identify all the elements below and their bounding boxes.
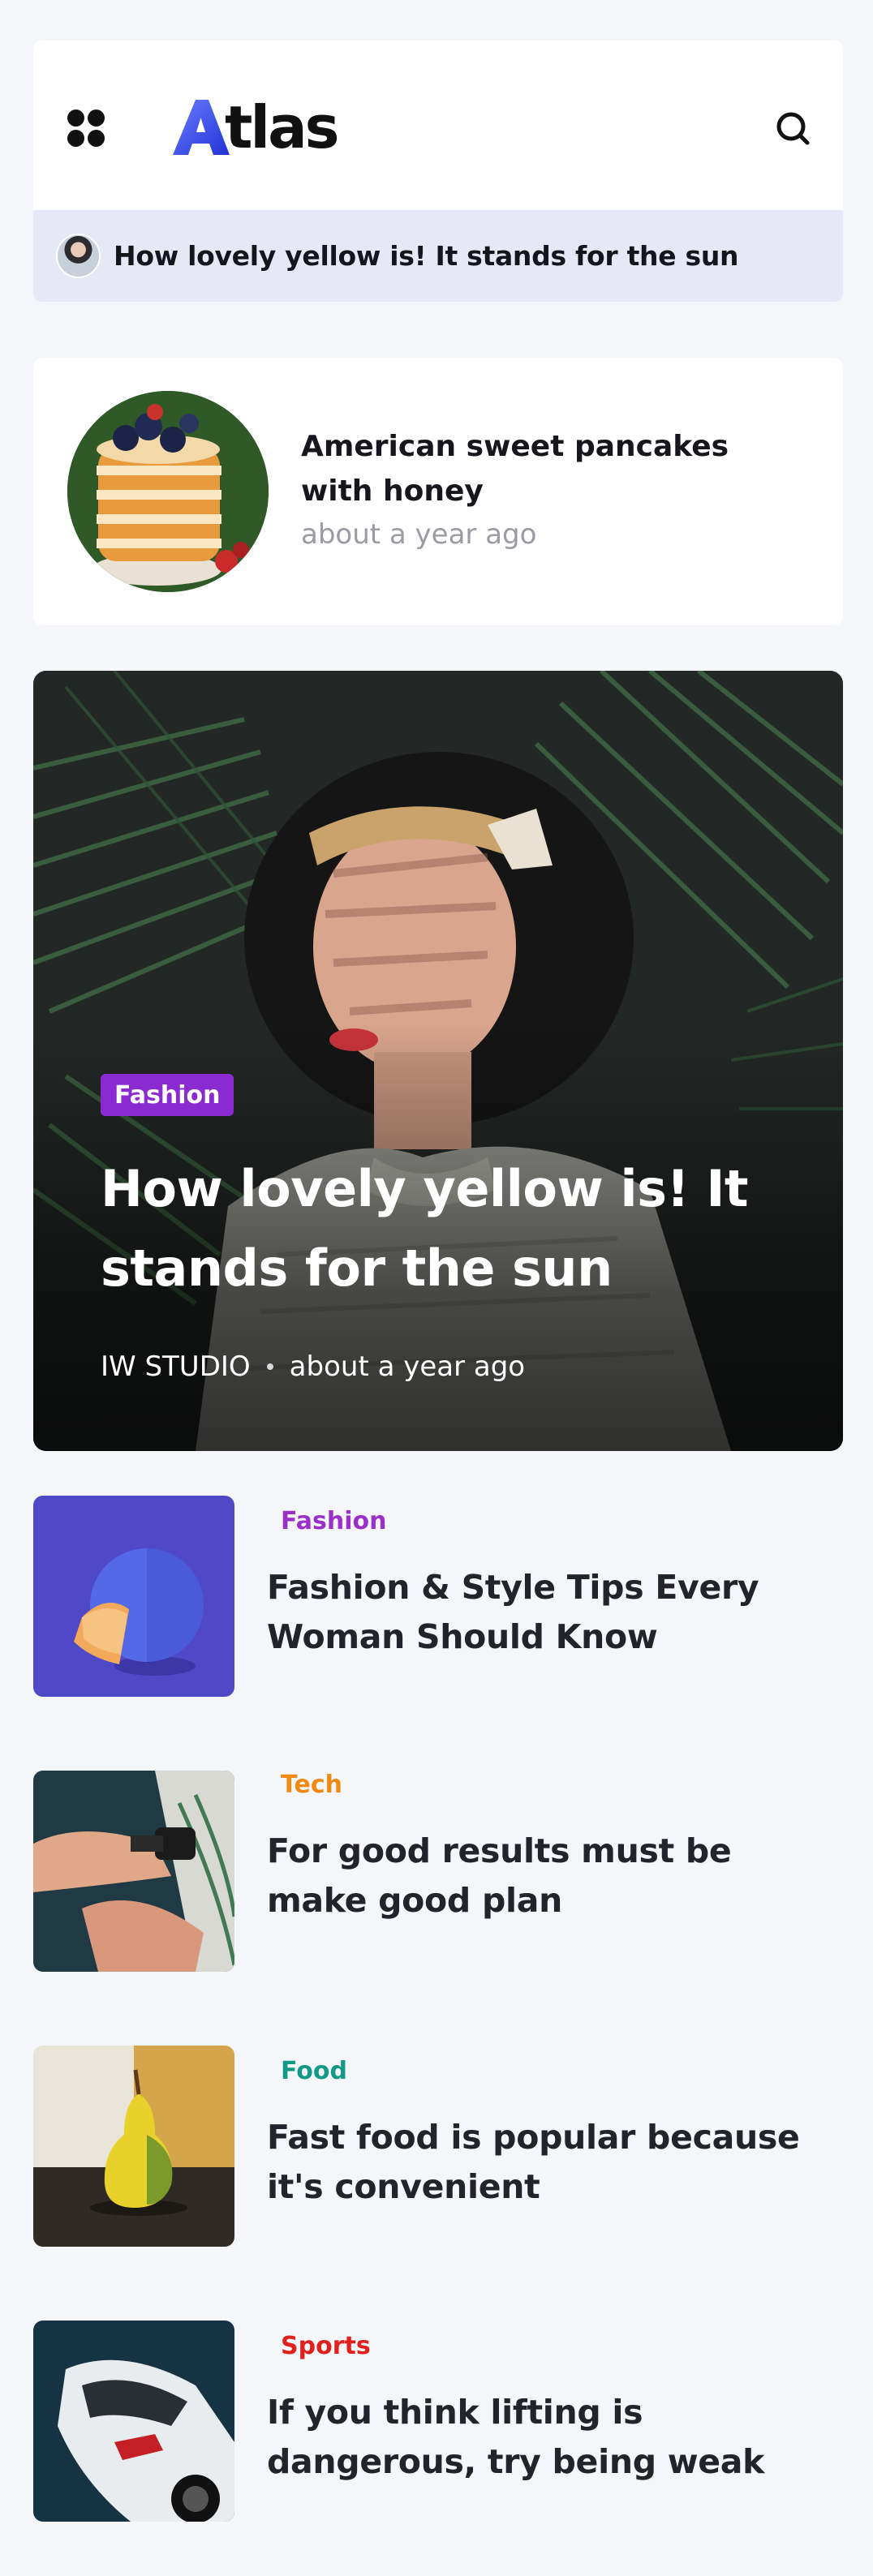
- list-thumbnail: [33, 2046, 234, 2247]
- featured-article-title: American sweet pancakes with honey: [301, 430, 729, 508]
- hero-author[interactable]: IW STUDIO: [101, 1350, 251, 1383]
- hero-article-card[interactable]: Fashion How lovely yellow is! It stands …: [33, 671, 843, 1451]
- logo[interactable]: tlas: [171, 91, 340, 164]
- list-category[interactable]: Sports: [281, 2332, 371, 2360]
- hero-meta: IW STUDIO about a year ago: [101, 1350, 525, 1383]
- logo-mark-icon: [173, 100, 230, 155]
- hero-time: about a year ago: [289, 1350, 526, 1383]
- list-title: For good results must be make good plan: [267, 1831, 732, 1920]
- list-title: If you think lifting is dangerous, try b…: [267, 2393, 765, 2481]
- list-category[interactable]: Fashion: [281, 1507, 386, 1535]
- list-title: Fast food is popular because it's conven…: [267, 2118, 800, 2206]
- list-item[interactable]: Fashion Fashion & Style Tips Every Woman…: [33, 1496, 843, 1697]
- pancake-thumbnail: [67, 391, 269, 592]
- ticker-text: How lovely yellow is! It stands for the …: [114, 240, 739, 272]
- hero-overlay: [33, 671, 843, 1451]
- hero-category-tag[interactable]: Fashion: [101, 1074, 234, 1116]
- search-icon[interactable]: [772, 107, 814, 149]
- menu-icon[interactable]: [66, 108, 106, 148]
- hero-title: How lovely yellow is! It stands for the …: [101, 1159, 749, 1298]
- list-thumbnail: [33, 2321, 234, 2522]
- ticker-avatar: [56, 234, 101, 278]
- list-title: Fashion & Style Tips Every Woman Should …: [267, 1568, 759, 1656]
- list-thumbnail: [33, 1771, 234, 1972]
- meta-separator-dot: [266, 1363, 273, 1370]
- featured-article-card[interactable]: American sweet pancakes with honey about…: [33, 358, 843, 625]
- header: tlas: [33, 41, 843, 210]
- list-item[interactable]: Food Fast food is popular because it's c…: [33, 2046, 843, 2247]
- list-category[interactable]: Food: [281, 2057, 347, 2085]
- logo-text: tlas: [225, 93, 340, 161]
- breaking-news-ticker[interactable]: How lovely yellow is! It stands for the …: [33, 210, 843, 302]
- featured-article-time: about a year ago: [301, 518, 537, 551]
- list-category[interactable]: Tech: [281, 1771, 342, 1799]
- list-thumbnail: [33, 1496, 234, 1697]
- list-item[interactable]: Sports If you think lifting is dangerous…: [33, 2321, 843, 2522]
- list-item[interactable]: Tech For good results must be make good …: [33, 1771, 843, 1972]
